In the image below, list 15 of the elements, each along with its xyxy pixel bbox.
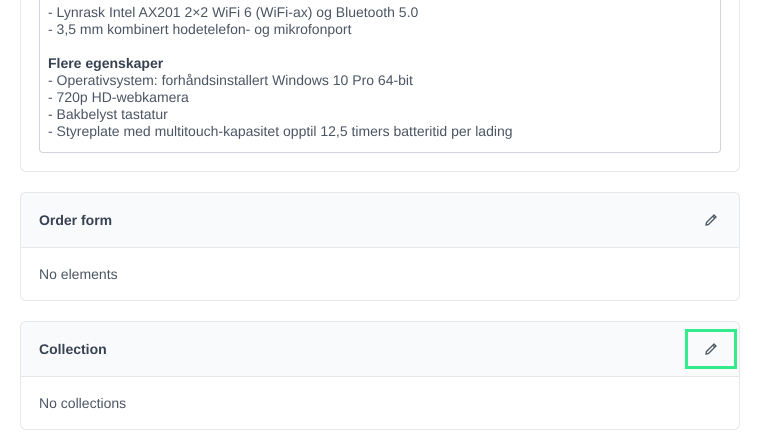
pencil-icon: [704, 213, 718, 227]
feature-line: - Lynrask Intel AX201 2×2 WiFi 6 (WiFi-ax) og Bluetooth 5.0: [48, 4, 420, 21]
feature-line: - 3,5 mm kombinert hodetelefon- og mikrofonport: [48, 21, 352, 38]
description-field[interactable]: [39, 0, 721, 153]
edit-button[interactable]: [685, 329, 737, 369]
card-title: Order form: [39, 210, 112, 230]
feature-line: - 720p HD-webkamera: [48, 89, 190, 106]
empty-message: No collections: [39, 394, 126, 412]
card-title: Collection: [39, 340, 107, 358]
feature-line: - Operativsystem: forhåndsinstallert Windows 10 Pro 64-bit: [48, 72, 414, 89]
feature-line: - Bakbelyst tastatur: [48, 106, 169, 123]
empty-message: No elements: [39, 264, 118, 284]
pencil-icon: [704, 342, 718, 356]
section-heading: Flere egenskaper: [48, 55, 164, 72]
feature-line: - Styreplate med multitouch-kapasitet opptil 12,5 timers batteritid per lading: [48, 123, 514, 140]
